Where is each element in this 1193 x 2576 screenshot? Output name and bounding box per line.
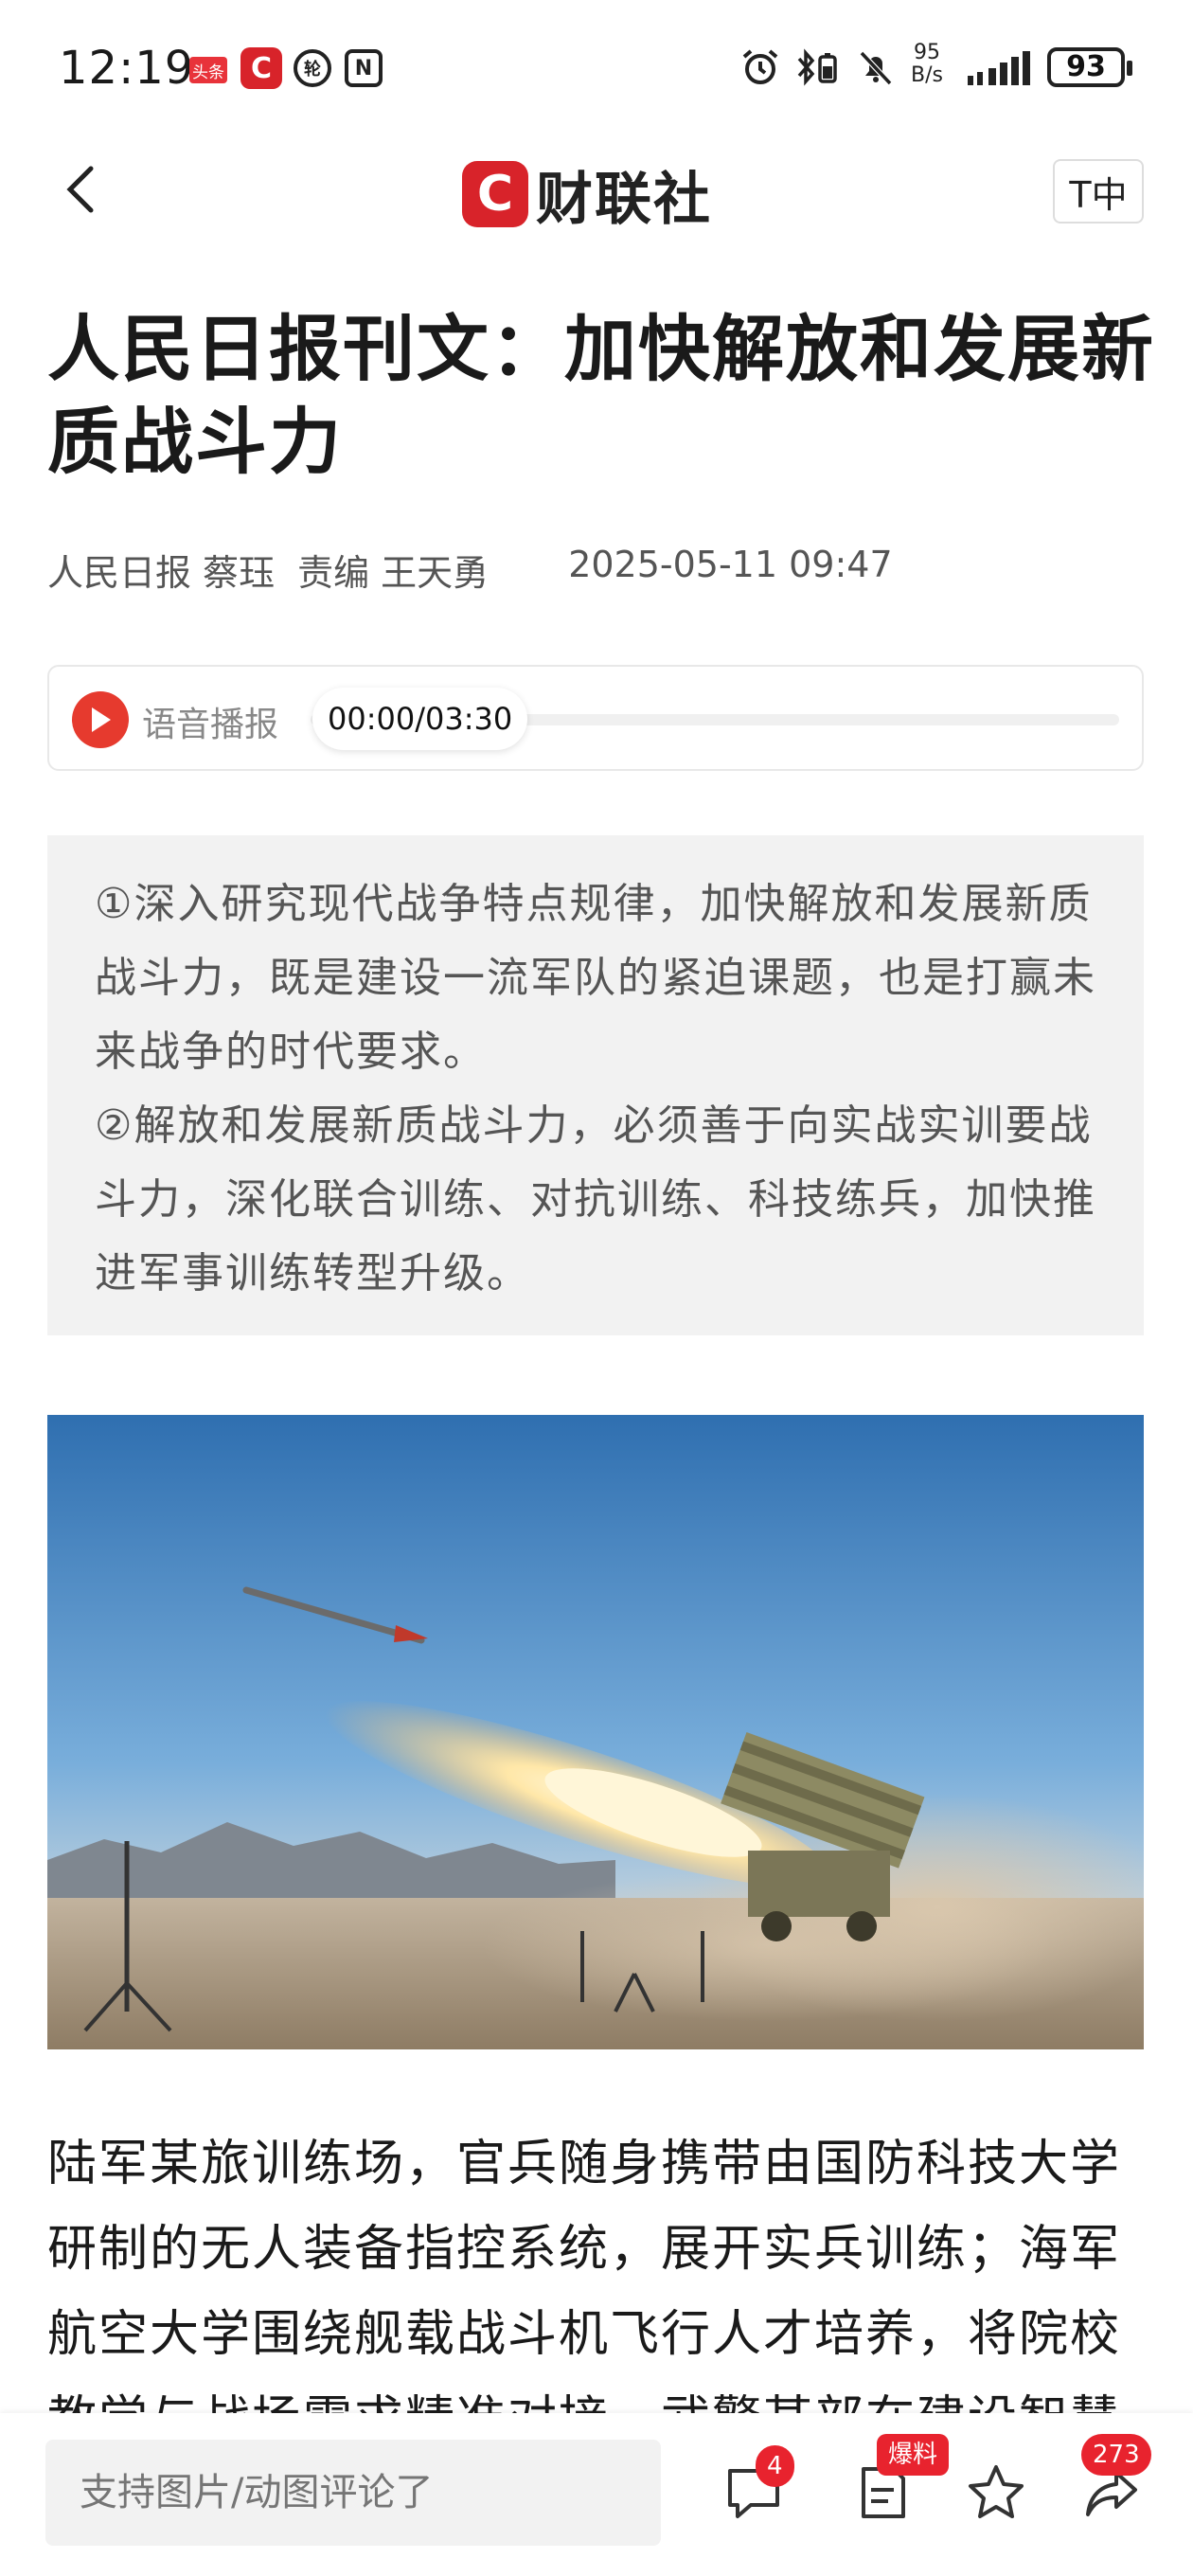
- summary-box: ①深入研究现代战争特点规律，加快解放和发展新质战斗力，既是建设一流军队的紧迫课题…: [47, 835, 1144, 1335]
- play-icon: [92, 707, 111, 732]
- comment-input[interactable]: [45, 2440, 661, 2546]
- nfc-icon: N: [345, 49, 383, 87]
- article-image-rocket-launch[interactable]: [47, 1415, 1144, 2049]
- play-button[interactable]: [72, 691, 129, 748]
- font-size-button[interactable]: T中: [1053, 159, 1144, 224]
- audio-player: 语音播报 00:00/03:30: [47, 665, 1144, 771]
- article-editor: 责编 王天勇: [297, 552, 490, 594]
- cls-logo-mark: C: [462, 161, 528, 227]
- bottom-action-bar: 4 爆料 273: [0, 2413, 1193, 2576]
- status-bar: 12:19 头条 C 轮 N 95 B/s 93: [0, 0, 1193, 133]
- summary-point: ②解放和发展新质战斗力，必须善于向实战实训要战斗力，深化联合训练、对抗训练、科技…: [95, 1101, 1096, 1297]
- bluetooth-battery-icon: [793, 47, 841, 87]
- status-time: 12:19: [59, 42, 195, 95]
- rocket-launch-illustration: [47, 1415, 1144, 2049]
- summary-point: ①深入研究现代战争特点规律，加快解放和发展新质战斗力，既是建设一流军队的紧迫课题…: [95, 880, 1096, 1076]
- share-count-badge: 273: [1081, 2434, 1151, 2476]
- cls-app-notification-icon: C: [240, 47, 282, 89]
- report-badge: 爆料: [877, 2434, 950, 2476]
- star-icon: [969, 2465, 1024, 2518]
- toutiao-notification-icon: 头条: [189, 57, 227, 83]
- network-speed: 95 B/s: [911, 41, 943, 87]
- circle-app-icon: 轮: [294, 49, 331, 87]
- article-datetime: 2025-05-11 09:47: [568, 544, 893, 585]
- audio-time-handle[interactable]: 00:00/03:30: [312, 688, 528, 750]
- article-meta: 人民日报 蔡珏 责编 王天勇 2025-05-11 09:47: [47, 544, 893, 596]
- mute-bell-icon: [856, 47, 896, 87]
- alarm-icon: [740, 47, 780, 87]
- comment-count-badge: 4: [756, 2445, 794, 2487]
- cls-logo: C 财联社: [462, 159, 712, 233]
- article-title: 人民日报刊文：加快解放和发展新质战斗力: [47, 307, 1155, 484]
- cls-logo-text: 财联社: [536, 166, 712, 233]
- article-body: 陆军某旅训练场，官兵随身携带由国防科技大学研制的无人装备指控系统，展开实兵训练；…: [47, 2136, 1122, 2448]
- chevron-left-icon: [66, 166, 94, 213]
- signal-icon: [966, 47, 1034, 89]
- favorite-button[interactable]: [958, 2455, 1034, 2531]
- battery-indicator: 93: [1047, 47, 1132, 87]
- back-button[interactable]: [53, 161, 110, 218]
- audio-label: 语音播报: [142, 706, 279, 744]
- article-source: 人民日报 蔡珏: [47, 552, 276, 594]
- nav-bar: C 财联社 T中: [0, 133, 1193, 256]
